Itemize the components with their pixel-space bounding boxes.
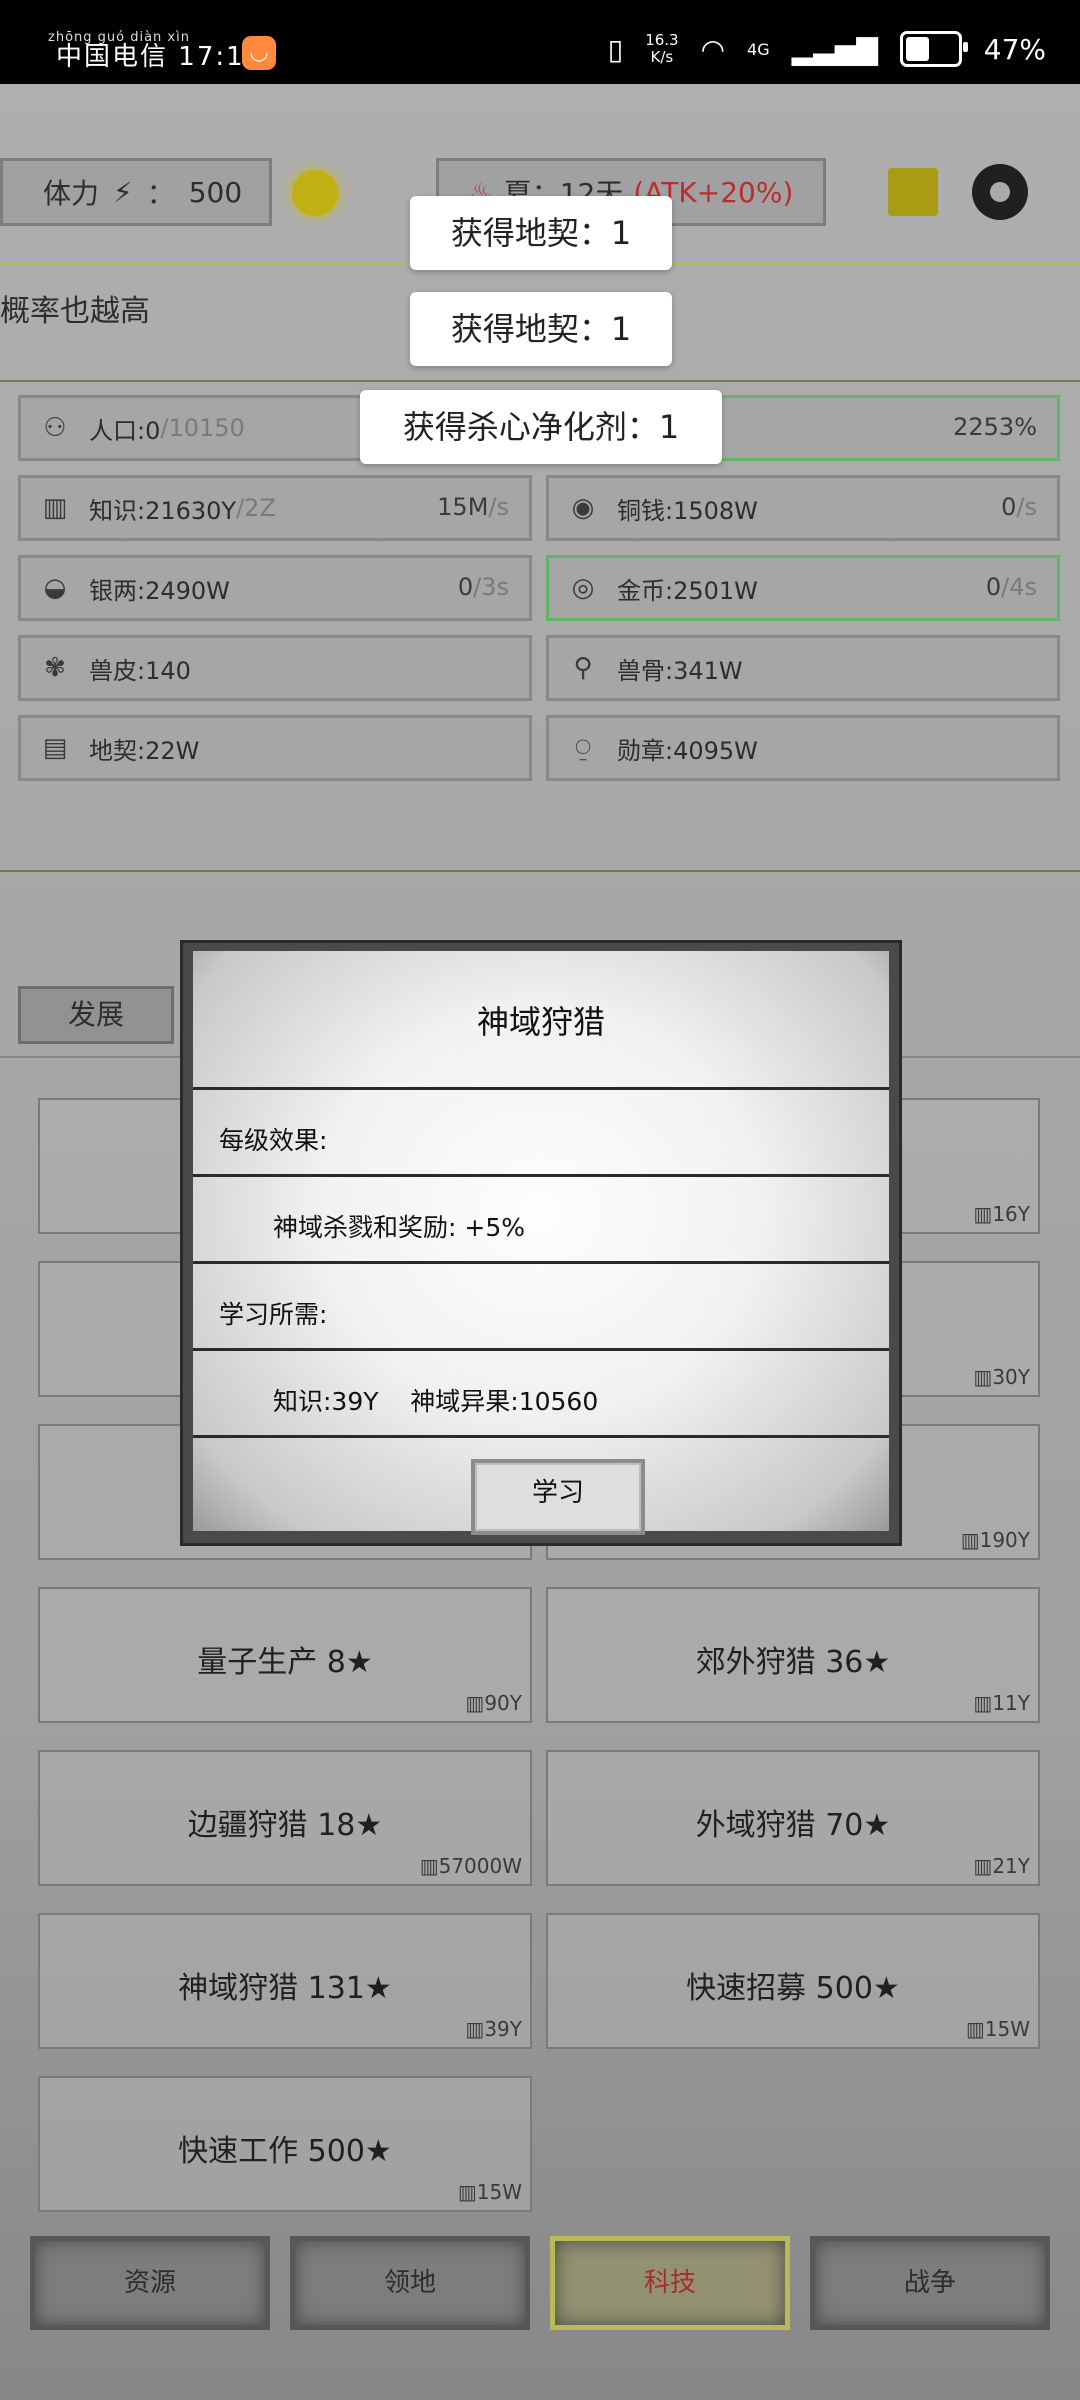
require-text: 知识:39Y 神域异果:10560 xyxy=(273,1387,599,1416)
toast-message: 获得地契：1 xyxy=(410,196,672,270)
toast-message: 获得地契：1 xyxy=(410,292,672,366)
vibrate-icon: ▯ xyxy=(607,32,624,66)
signal-icon: ▂▃▅▇ xyxy=(791,32,878,66)
divider xyxy=(193,1261,889,1264)
toast-message: 获得杀心净化剂：1 xyxy=(360,390,722,464)
divider xyxy=(193,1435,889,1438)
wifi-icon: ◠ xyxy=(700,32,726,66)
dialog-title: 神域狩猎 xyxy=(476,1003,605,1041)
network-type: 4G xyxy=(747,39,770,59)
carrier-name: 中国电信 xyxy=(56,42,169,72)
tech-detail-dialog: 神域狩猎 每级效果: 神域杀戮和奖励: +5% 学习所需: 知识:39Y 神域异… xyxy=(180,940,902,1546)
divider xyxy=(193,1348,889,1351)
carrier-time: 中国电信 17:11 xyxy=(56,36,263,73)
dialog-paper: 神域狩猎 每级效果: 神域杀戮和奖励: +5% 学习所需: 知识:39Y 神域异… xyxy=(193,951,889,1535)
battery-icon xyxy=(899,31,968,67)
status-bar: zhōng guó diàn xìn 中国电信 17:11 ◡ ▯ 16.3 K… xyxy=(0,0,1080,84)
effect-header: 每级效果: xyxy=(219,1126,328,1155)
battery-percent: 47% xyxy=(983,32,1046,66)
divider xyxy=(193,1174,889,1177)
app-notification-icon: ◡ xyxy=(242,36,276,70)
require-header: 学习所需: xyxy=(219,1300,328,1329)
divider xyxy=(193,1087,889,1090)
status-right: ▯ 16.3 K/s ◠ 4G ▂▃▅▇ 47% xyxy=(608,24,1046,74)
effect-text: 神域杀戮和奖励: +5% xyxy=(273,1213,525,1242)
net-speed: 16.3 K/s xyxy=(645,31,679,66)
learn-button[interactable]: 学习 xyxy=(471,1459,645,1535)
